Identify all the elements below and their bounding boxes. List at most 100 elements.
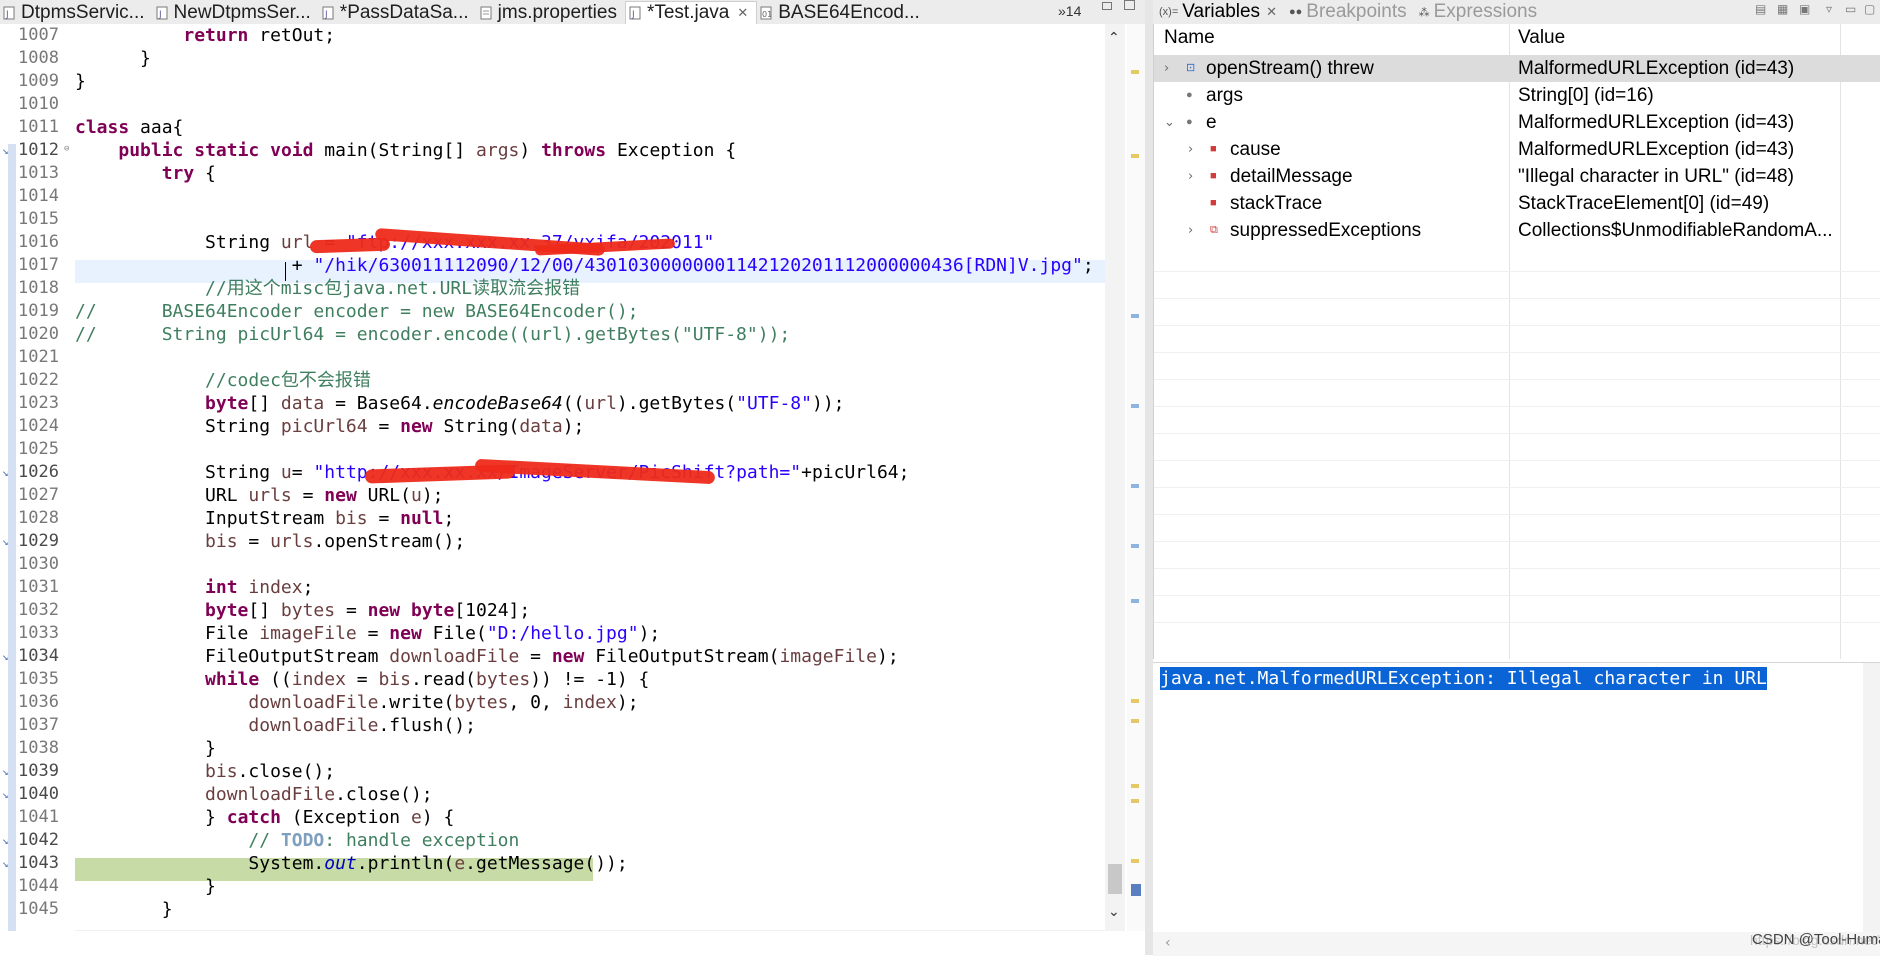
editor-tab-passdatasa[interactable]: J *PassDataSa...	[319, 1, 477, 24]
private-field-icon: ■	[1210, 170, 1217, 182]
line-number: 1012	[18, 140, 59, 160]
line-number: 1017	[18, 255, 59, 275]
credit-text: CSDN @Tool-Human	[1752, 931, 1880, 948]
scrollbar-thumb[interactable]	[1108, 864, 1122, 894]
warning-marker[interactable]	[1131, 859, 1139, 863]
editor-tab-test-java[interactable]: J *Test.java ✕	[624, 1, 758, 24]
variable-row[interactable]: ● args String[0] (id=16)	[1154, 82, 1880, 109]
scroll-down-icon[interactable]: ⌄	[1108, 904, 1120, 920]
variable: e	[410, 807, 422, 828]
line-number: 1019	[18, 301, 59, 321]
tab-variables[interactable]: (x)= Variables ✕	[1153, 1, 1283, 23]
chevron-down-icon[interactable]: ⌄	[1164, 109, 1175, 136]
fold-toggle-icon[interactable]: ⊖	[64, 144, 69, 154]
row-divider	[1154, 271, 1880, 272]
column-header-value[interactable]: Value	[1518, 27, 1565, 49]
maximize-icon[interactable]: ▢	[1864, 2, 1875, 16]
keyword: new	[551, 646, 585, 667]
minimize-icon[interactable]	[1102, 2, 1112, 10]
editor-tab-newdtpmsservice[interactable]: J NewDtpmsSer...	[153, 1, 319, 24]
variables-tree[interactable]: Name Value › ⊡ openStream() threw Malfor…	[1153, 24, 1880, 659]
code-text: ) {	[421, 807, 455, 828]
variable-row[interactable]: › ■ detailMessage "Illegal character in …	[1154, 163, 1880, 190]
pane-splitter[interactable]	[1145, 0, 1153, 955]
close-icon[interactable]: ✕	[1266, 4, 1277, 20]
variable: url	[584, 393, 617, 414]
field: out	[324, 853, 357, 874]
scroll-up-icon[interactable]: ⌃	[1108, 30, 1120, 46]
line-number: 1013	[18, 163, 59, 183]
editor-vertical-scrollbar[interactable]: ⌃ ⌄	[1105, 24, 1125, 931]
detail-vertical-scrollbar[interactable]	[1863, 663, 1880, 932]
chevron-right-icon[interactable]: ›	[1188, 217, 1193, 244]
code-area[interactable]: return retOut; } } class aaa{ public sta…	[75, 24, 1105, 924]
variable-row[interactable]: ■ stackTrace StackTraceElement[0] (id=49…	[1154, 190, 1880, 217]
variable-value: Collections$UnmodifiableRandomA...	[1518, 220, 1833, 241]
overview-ruler[interactable]	[1127, 24, 1145, 931]
editor-tab-dtpmsservice[interactable]: J DtpmsServic...	[0, 1, 153, 24]
show-logical-structure-icon[interactable]: ▦	[1777, 2, 1788, 16]
warning-marker[interactable]	[1131, 719, 1139, 723]
warning-marker[interactable]	[1131, 154, 1139, 158]
occurrence-marker[interactable]	[1131, 599, 1139, 603]
code-text: }	[205, 876, 216, 897]
minimize-icon[interactable]: ▭	[1845, 2, 1856, 16]
code-text: Exception {	[606, 140, 737, 161]
breakpoint-marker-icon[interactable]: ↘	[2, 788, 9, 801]
comment: : handle exception	[324, 830, 520, 851]
code-text: +picUrl64;	[801, 462, 910, 483]
breakpoint-marker-icon[interactable]: ↘	[2, 144, 9, 157]
tab-expressions[interactable]: ⁂ Expressions	[1413, 1, 1544, 23]
line-number-gutter[interactable]: 1007 1008 1009 1010 1011 1012 ↘ ⊖ 1013 1014 1015 10…	[0, 24, 72, 931]
position-marker[interactable]	[1131, 884, 1141, 896]
breakpoint-marker-icon[interactable]: ↘	[2, 535, 9, 548]
variable-row[interactable]: › ⧉ suppressedExceptions Collections$Unm…	[1154, 217, 1880, 244]
chevron-right-icon[interactable]: ›	[1188, 136, 1193, 163]
warning-marker[interactable]	[1131, 784, 1139, 788]
code-line: }	[75, 875, 216, 898]
occurrence-marker[interactable]	[1131, 314, 1139, 318]
editor-tab-jms-properties[interactable]: jms.properties	[477, 1, 625, 24]
breakpoint-marker-icon[interactable]: ↘	[2, 857, 9, 870]
warning-marker[interactable]	[1131, 70, 1139, 74]
code-editor[interactable]: 1007 1008 1009 1010 1011 1012 ↘ ⊖ 1013 1014 1015 10…	[0, 24, 1145, 952]
code-text: =	[291, 462, 314, 483]
code-line: //codec包不会报错	[75, 369, 371, 392]
breakpoint-marker-icon[interactable]: ↘	[2, 834, 9, 847]
chevron-right-icon[interactable]: ›	[1188, 163, 1193, 190]
show-type-names-icon[interactable]: ▤	[1755, 2, 1766, 16]
method-result-icon: ⊡	[1186, 62, 1196, 74]
code-text: .println(	[356, 853, 455, 874]
occurrence-marker[interactable]	[1131, 484, 1139, 488]
tab-overflow-button[interactable]: »14	[1058, 3, 1081, 19]
maximize-icon[interactable]	[1124, 0, 1135, 10]
variable-row[interactable]: › ■ cause MalformedURLException (id=43)	[1154, 136, 1880, 163]
chevron-right-icon[interactable]: ›	[1164, 55, 1169, 82]
close-icon[interactable]: ✕	[737, 5, 748, 21]
line-number: 1029	[18, 531, 59, 551]
column-header-name[interactable]: Name	[1164, 27, 1215, 49]
breakpoint-marker-icon[interactable]: ↘	[2, 765, 9, 778]
breakpoint-marker-icon[interactable]: ↘	[2, 466, 9, 479]
variable-row[interactable]: › ⊡ openStream() threw MalformedURLExcep…	[1154, 55, 1880, 82]
view-menu-icon[interactable]: ▿	[1826, 2, 1832, 16]
variable-row[interactable]: ⌄ ● e MalformedURLException (id=43)	[1154, 109, 1880, 136]
tab-breakpoints[interactable]: ●● Breakpoints	[1283, 1, 1413, 23]
warning-marker[interactable]	[1131, 699, 1139, 703]
line-number: 1023	[18, 393, 59, 413]
collapse-all-icon[interactable]: ▣	[1799, 2, 1810, 16]
line-number: 1027	[18, 485, 59, 505]
line-number: 1035	[18, 669, 59, 689]
line-number: 1034	[18, 646, 59, 666]
warning-marker[interactable]	[1131, 799, 1139, 803]
expressions-icon: ⁂	[1418, 6, 1430, 19]
variable-detail-pane[interactable]: java.net.MalformedURLException: Illegal …	[1153, 662, 1880, 956]
occurrence-marker[interactable]	[1131, 544, 1139, 548]
scroll-left-icon[interactable]: ‹	[1165, 935, 1171, 951]
code-line: class aaa{	[75, 116, 183, 139]
breakpoint-marker-icon[interactable]: ↘	[2, 650, 9, 663]
detail-text[interactable]: java.net.MalformedURLException: Illegal …	[1160, 667, 1767, 690]
variable-name: openStream() threw	[1206, 58, 1374, 79]
editor-tab-base64encoder[interactable]: 01 BASE64Encod...	[757, 1, 928, 24]
occurrence-marker[interactable]	[1131, 404, 1139, 408]
